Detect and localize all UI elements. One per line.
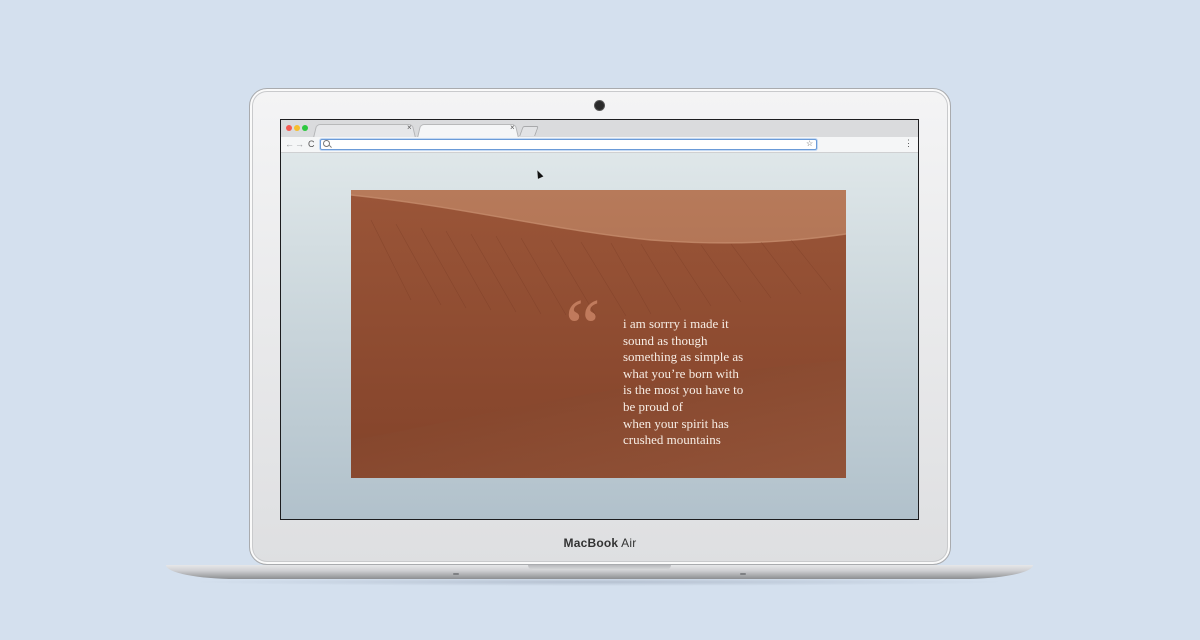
close-window-button[interactable] <box>286 125 292 131</box>
tab-1[interactable] <box>313 124 416 138</box>
quote-line: sound as though <box>623 332 708 348</box>
search-icon <box>323 140 330 147</box>
page-content: “ i am sorrry i made it sound as though … <box>281 153 918 519</box>
laptop-shadow <box>186 578 1013 586</box>
laptop-base <box>166 565 1033 579</box>
address-bar[interactable]: ☆ <box>320 139 817 150</box>
quote-text: i am sorrry i made it sound as though so… <box>623 316 743 449</box>
menu-icon[interactable]: ⋮ <box>904 139 913 148</box>
quote-banner: “ i am sorrry i made it sound as though … <box>351 190 846 478</box>
back-arrow-icon[interactable]: ← <box>285 140 294 149</box>
brand-model: Air <box>621 536 637 550</box>
star-icon[interactable]: ☆ <box>806 139 813 149</box>
quote-line: when your spirit has <box>623 415 729 431</box>
tab-2[interactable] <box>417 124 519 138</box>
base-foot <box>740 573 746 575</box>
quote-mark-icon: “ <box>565 284 601 372</box>
lid-notch <box>528 565 671 570</box>
zoom-window-button[interactable] <box>302 125 308 131</box>
tab-strip: × × <box>281 120 918 138</box>
quote-line: crushed mountains <box>623 432 721 448</box>
base-foot <box>453 573 459 575</box>
reload-icon[interactable]: C <box>308 140 315 149</box>
close-icon[interactable]: × <box>407 124 412 132</box>
laptop-screen: × × ← → C ☆ ⋮ “ i am sorrry i made it so… <box>280 119 919 520</box>
mouse-cursor-icon <box>534 169 544 179</box>
minimize-window-button[interactable] <box>294 125 300 131</box>
quote-line: is the most you have to <box>623 382 744 398</box>
quote-line: something as simple as <box>623 349 744 365</box>
brand-name: MacBook <box>563 536 619 550</box>
browser-toolbar: ← → C ☆ ⋮ <box>281 137 918 153</box>
quote-line: i am sorrry i made it <box>623 316 729 331</box>
close-icon[interactable]: × <box>510 124 515 132</box>
forward-arrow-icon[interactable]: → <box>295 140 304 149</box>
camera-icon <box>595 101 604 110</box>
new-tab-button[interactable] <box>519 126 539 136</box>
laptop-brand: MacBook Air <box>250 536 950 550</box>
quote-line: be proud of <box>623 398 683 414</box>
quote-line: what you’re born with <box>623 365 739 381</box>
stage: MacBook Air × × ← → C ☆ ⋮ “ i am sorrry … <box>0 0 1200 640</box>
browser-window: × × ← → C ☆ ⋮ “ i am sorrry i made it so… <box>281 120 918 519</box>
